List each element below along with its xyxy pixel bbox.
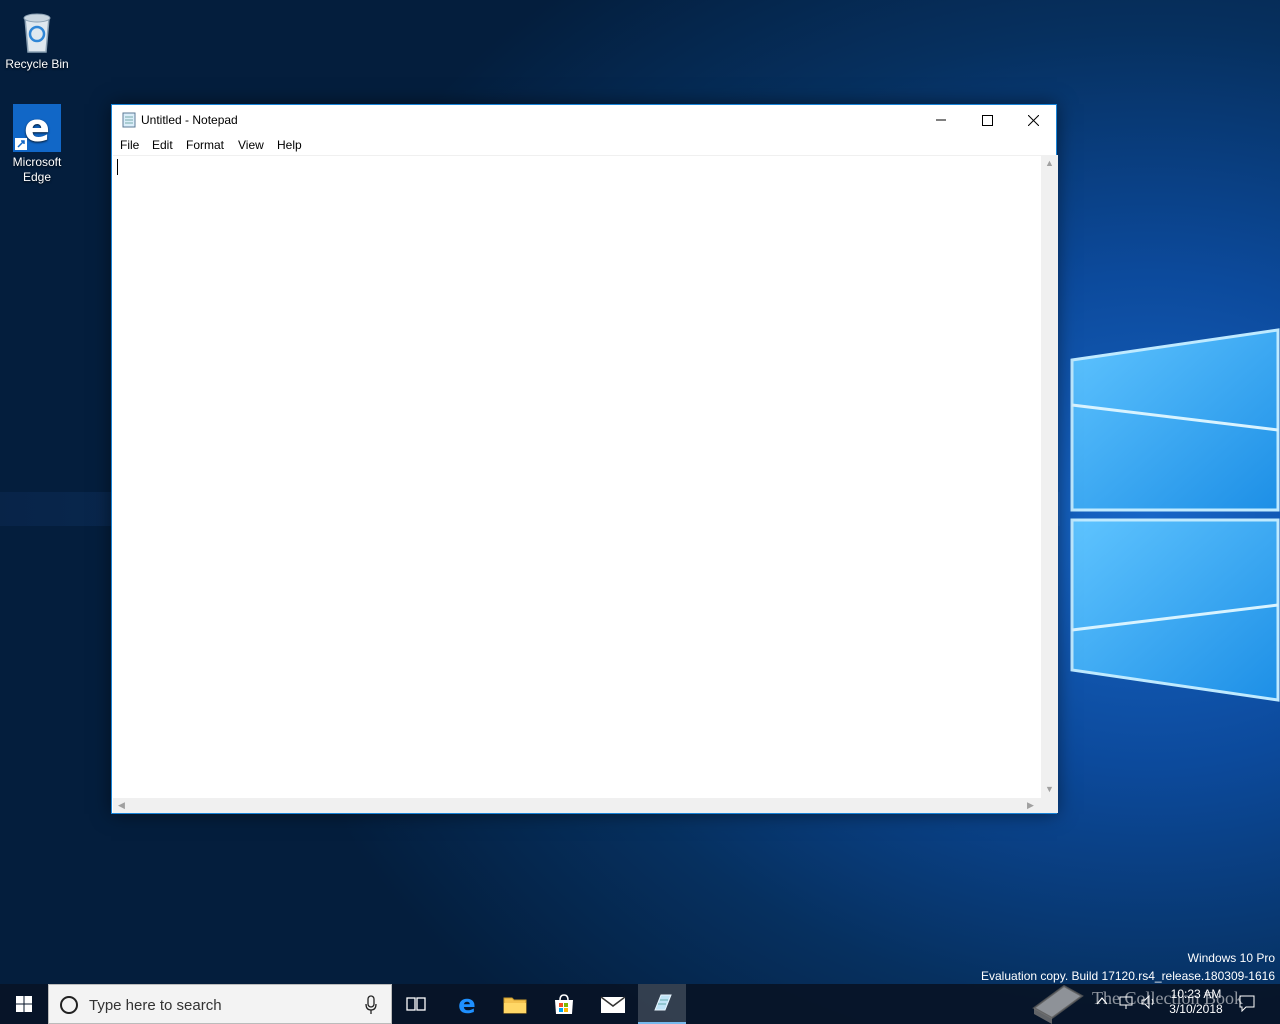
menu-format[interactable]: Format [186, 138, 224, 152]
notepad-window[interactable]: Untitled - Notepad File Edit Format View… [111, 104, 1058, 814]
menu-help[interactable]: Help [277, 138, 302, 152]
menu-file[interactable]: File [120, 138, 139, 152]
search-placeholder: Type here to search [89, 997, 222, 1014]
scroll-down-arrow-icon[interactable]: ▼ [1045, 785, 1054, 794]
taskbar-notepad-button[interactable] [638, 984, 686, 1024]
size-grip-icon[interactable] [1041, 798, 1058, 813]
task-view-button[interactable] [392, 984, 440, 1024]
store-icon [555, 994, 573, 1014]
cortana-icon [60, 996, 78, 1014]
minimize-button[interactable] [918, 105, 964, 135]
close-button[interactable] [1010, 105, 1056, 135]
search-input[interactable]: Type here to search [48, 984, 392, 1024]
windows-start-icon [16, 996, 32, 1012]
microphone-icon[interactable] [364, 995, 378, 1015]
notepad-icon [122, 112, 136, 128]
close-icon [1027, 114, 1039, 126]
desktop-icon-microsoft-edge[interactable]: e Microsoft Edge [0, 104, 74, 185]
title-bar[interactable]: Untitled - Notepad [112, 105, 1056, 135]
start-button[interactable] [0, 984, 48, 1024]
recycle-bin-icon [23, 13, 51, 53]
minimize-icon [936, 119, 946, 121]
desktop-icon-label: Recycle Bin [5, 57, 69, 71]
windows-wallpaper-logo [1070, 328, 1280, 702]
notepad-icon [654, 994, 672, 1011]
desktop-icon-recycle-bin[interactable]: Recycle Bin [0, 8, 74, 72]
text-cursor [117, 159, 118, 175]
mail-icon [600, 996, 626, 1013]
scroll-up-arrow-icon[interactable]: ▲ [1045, 159, 1054, 168]
watermark-text: The Collection Book [1092, 988, 1243, 1008]
taskbar-store-button[interactable] [540, 984, 588, 1024]
horizontal-scrollbar[interactable]: ◀ ▶ [113, 798, 1041, 813]
task-view-icon [406, 997, 426, 1011]
edge-icon: e [13, 104, 61, 152]
collection-book-watermark: The Collection Book [1030, 984, 1280, 1024]
scroll-right-arrow-icon[interactable]: ▶ [1027, 801, 1034, 810]
svg-text:e: e [458, 992, 476, 1016]
vertical-scrollbar[interactable]: ▲ ▼ [1041, 155, 1058, 798]
scroll-left-arrow-icon[interactable]: ◀ [118, 801, 125, 810]
windows-edition-watermark: Windows 10 Pro [1187, 951, 1275, 965]
menu-edit[interactable]: Edit [152, 138, 173, 152]
text-editor-area[interactable] [113, 155, 1041, 798]
book-logo-icon [1032, 984, 1084, 1024]
file-explorer-icon [503, 997, 527, 1014]
window-title: Untitled - Notepad [141, 113, 238, 127]
menu-bar: File Edit Format View Help [112, 135, 1056, 155]
taskbar-edge-button[interactable]: e [443, 984, 491, 1024]
desktop-icon-label: Microsoft Edge [12, 155, 62, 184]
build-watermark: Evaluation copy. Build 17120.rs4_release… [981, 969, 1275, 983]
edge-icon: e [458, 992, 476, 1016]
taskbar-file-explorer-button[interactable] [491, 984, 539, 1024]
svg-text:e: e [24, 106, 50, 150]
maximize-icon [981, 114, 993, 126]
taskbar-mail-button[interactable] [589, 984, 637, 1024]
menu-view[interactable]: View [238, 138, 264, 152]
maximize-button[interactable] [964, 105, 1010, 135]
